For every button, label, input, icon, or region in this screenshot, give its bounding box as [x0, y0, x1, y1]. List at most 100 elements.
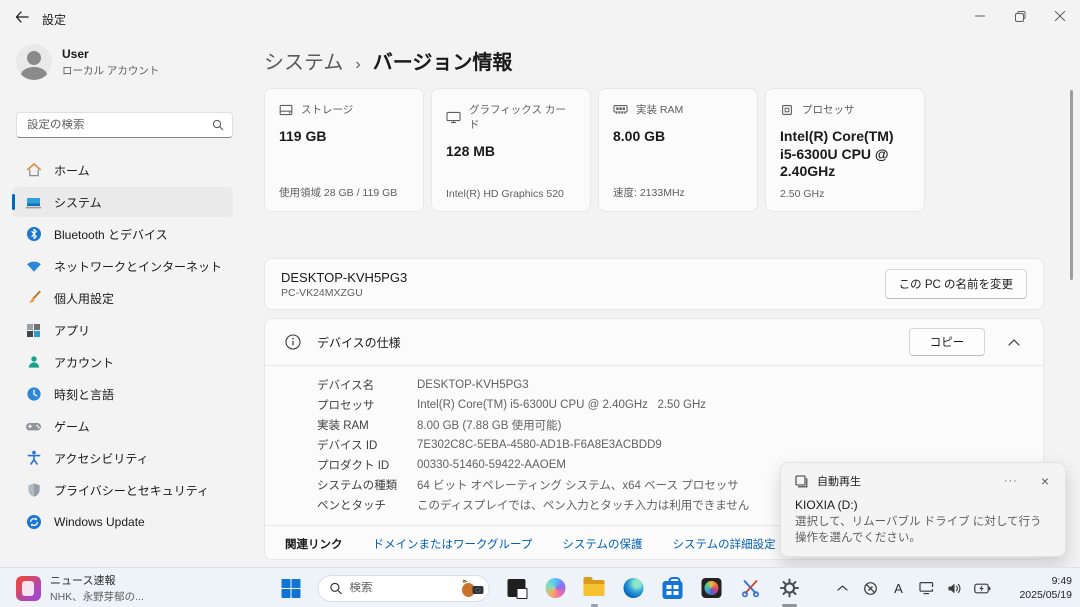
- shield-icon: [25, 482, 42, 499]
- sidebar-item-personalization[interactable]: 個人用設定: [12, 283, 233, 313]
- autoplay-toast[interactable]: 自動再生 ··· × KIOXIA (D:) 選択して、リムーバブル ドライブ …: [780, 462, 1066, 557]
- wifi-icon: [25, 258, 42, 275]
- tray-ime-mode[interactable]: A: [889, 579, 908, 598]
- settings-search-input[interactable]: [27, 119, 212, 131]
- bluetooth-icon: [25, 226, 42, 243]
- card-value: Intel(R) Core(TM) i5-6300U CPU @ 2.40GHz: [780, 128, 910, 181]
- info-icon: [285, 334, 301, 350]
- scrollbar[interactable]: [1070, 90, 1073, 280]
- widgets-button[interactable]: ニュース速報 NHK、永野芽郁の...: [10, 568, 150, 607]
- storage-icon: [279, 103, 293, 117]
- file-explorer-button[interactable]: [582, 576, 607, 601]
- sidebar-item-privacy-security[interactable]: プライバシーとセキュリティ: [12, 475, 233, 505]
- file-explorer-icon: [584, 580, 605, 596]
- cpu-icon: [780, 103, 794, 117]
- task-view-icon: [507, 579, 525, 597]
- toast-title: KIOXIA (D:): [781, 489, 1065, 512]
- tray-volume-icon[interactable]: [945, 579, 964, 598]
- user-account[interactable]: User ローカル アカウント: [16, 44, 159, 80]
- copilot-button[interactable]: [543, 576, 568, 601]
- close-button[interactable]: [1040, 0, 1080, 32]
- graphics-card: グラフィックス カード 128 MB Intel(R) HD Graphics …: [431, 88, 591, 212]
- tray-chevron-up-icon[interactable]: [833, 579, 852, 598]
- sidebar-item-label: ホーム: [54, 162, 90, 179]
- taskbar-search[interactable]: [318, 575, 490, 602]
- sidebar-item-gaming[interactable]: ゲーム: [12, 411, 233, 441]
- person-icon: [25, 354, 42, 371]
- gamepad-icon: [25, 418, 42, 435]
- copilot-icon: [545, 578, 565, 598]
- processor-card: プロセッサ Intel(R) Core(TM) i5-6300U CPU @ 2…: [765, 88, 925, 212]
- sidebar-item-time-language[interactable]: 時刻と言語: [12, 379, 233, 409]
- sidebar-item-bluetooth-devices[interactable]: Bluetooth とデバイス: [12, 219, 233, 249]
- autoplay-icon: [795, 475, 808, 488]
- sidebar-item-home[interactable]: ホーム: [12, 155, 233, 185]
- breadcrumb-system[interactable]: システム: [264, 46, 343, 75]
- tray-battery-icon[interactable]: [973, 579, 992, 598]
- minimize-button[interactable]: [960, 0, 1000, 32]
- spec-section-title: デバイスの仕様: [317, 334, 893, 351]
- photos-icon: [701, 578, 721, 598]
- running-indicator: [591, 604, 598, 607]
- taskbar-search-input[interactable]: [350, 582, 453, 594]
- titlebar: 設定: [0, 0, 1080, 34]
- sidebar-item-label: アクセシビリティ: [54, 450, 149, 467]
- back-button[interactable]: [8, 5, 36, 29]
- sidebar-item-accounts[interactable]: アカウント: [12, 347, 233, 377]
- sidebar-item-apps[interactable]: アプリ: [12, 315, 233, 345]
- card-value: 119 GB: [279, 128, 409, 146]
- card-label: グラフィックス カード: [469, 102, 576, 132]
- sidebar-item-network-internet[interactable]: ネットワークとインターネット: [12, 251, 233, 281]
- sidebar-item-label: Bluetooth とデバイス: [54, 226, 168, 243]
- task-view-button[interactable]: [504, 576, 529, 601]
- system-tray: A: [833, 568, 992, 607]
- sidebar-item-label: システム: [54, 194, 102, 211]
- sidebar-item-label: 時刻と言語: [54, 386, 114, 403]
- spec-row-device-id: デバイス ID7E302C8C-5EBA-4580-AD1B-F6A8E3ACB…: [317, 435, 1027, 455]
- snipping-tool-icon: [740, 578, 760, 598]
- search-highlight-image: [460, 578, 486, 599]
- maximize-button[interactable]: [1000, 0, 1040, 32]
- edge-icon: [623, 578, 643, 598]
- related-links-label: 関連リンク: [285, 536, 343, 552]
- photos-button[interactable]: [699, 576, 724, 601]
- settings-app-button[interactable]: [777, 576, 802, 601]
- tray-ethernet-icon[interactable]: [917, 579, 936, 598]
- toast-close-button[interactable]: ×: [1035, 473, 1055, 489]
- settings-search[interactable]: [16, 112, 233, 138]
- sidebar-item-label: プライバシーとセキュリティ: [54, 482, 209, 499]
- copy-button[interactable]: コピー: [909, 328, 985, 356]
- toast-more-button[interactable]: ···: [996, 475, 1026, 487]
- device-model: PC-VK24MXZGU: [281, 287, 407, 299]
- taskbar-clock[interactable]: 9:49 2025/05/19: [1019, 568, 1072, 607]
- search-icon: [212, 119, 224, 131]
- spec-row-device-name: デバイス名DESKTOP-KVH5PG3: [317, 375, 1027, 395]
- sidebar-item-label: ネットワークとインターネット: [54, 258, 222, 275]
- spec-row-processor: プロセッサIntel(R) Core(TM) i5-6300U CPU @ 2.…: [317, 395, 1027, 415]
- rename-pc-button[interactable]: この PC の名前を変更: [885, 269, 1027, 299]
- microsoft-store-button[interactable]: [660, 576, 685, 601]
- breadcrumb-separator: ›: [355, 56, 360, 74]
- link-advanced-system-settings[interactable]: システムの詳細設定: [673, 536, 776, 552]
- store-icon: [662, 581, 682, 599]
- summary-cards: ストレージ 119 GB 使用領域 28 GB / 119 GB グラフィックス…: [264, 88, 925, 212]
- sidebar-item-label: Windows Update: [54, 515, 145, 529]
- sidebar-item-label: 個人用設定: [54, 290, 114, 307]
- link-domain-workgroup[interactable]: ドメインまたはワークグループ: [373, 536, 533, 552]
- clock-globe-icon: [25, 386, 42, 403]
- link-system-protection[interactable]: システムの保護: [562, 536, 642, 552]
- tray-pen-disabled-icon[interactable]: [861, 579, 880, 598]
- sidebar-item-windows-update[interactable]: Windows Update: [12, 507, 233, 537]
- widget-headline: ニュース速報: [50, 572, 144, 588]
- home-icon: [25, 162, 42, 179]
- widget-subheadline: NHK、永野芽郁の...: [50, 589, 144, 604]
- sidebar-item-accessibility[interactable]: アクセシビリティ: [12, 443, 233, 473]
- sidebar-item-label: アプリ: [54, 322, 90, 339]
- device-specifications-header[interactable]: デバイスの仕様 コピー: [265, 319, 1043, 365]
- edge-button[interactable]: [621, 576, 646, 601]
- taskbar: ニュース速報 NHK、永野芽郁の...: [0, 567, 1080, 607]
- chevron-up-icon[interactable]: [1001, 339, 1027, 346]
- start-button[interactable]: [279, 576, 304, 601]
- sidebar-item-system[interactable]: システム: [12, 187, 233, 217]
- snipping-tool-button[interactable]: [738, 576, 763, 601]
